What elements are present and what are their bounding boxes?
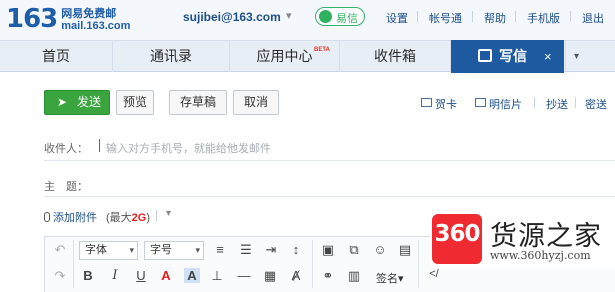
- chevron-down-icon[interactable]: ▾: [565, 41, 587, 72]
- compose-icon: [478, 49, 492, 62]
- greeting-card-link[interactable]: 贺卡: [435, 96, 457, 112]
- undo-icon[interactable]: ↶: [52, 242, 68, 258]
- logout-link[interactable]: 退出: [582, 10, 604, 26]
- divider: [73, 240, 74, 288]
- paper-plane-icon: ➤: [57, 95, 68, 109]
- logo-name: 网易免费邮: [61, 8, 117, 20]
- send-label: 发送: [77, 95, 102, 109]
- tab-home[interactable]: 首页: [0, 41, 113, 72]
- table-icon[interactable]: ▦: [262, 268, 278, 284]
- account-link[interactable]: 帐号通: [429, 10, 462, 26]
- attachment-limit: (最大2G): [106, 209, 150, 225]
- align-left-icon[interactable]: ≡: [212, 242, 228, 257]
- logo-domain: mail.163.com: [61, 20, 131, 32]
- highlight-icon[interactable]: A: [184, 268, 200, 283]
- watermark-url: www.360hyzj.com: [490, 249, 591, 262]
- chevron-down-icon: ▾: [195, 245, 200, 255]
- font-size-select[interactable]: 字号 ▾: [144, 241, 204, 260]
- cancel-button[interactable]: 取消: [233, 90, 279, 115]
- font-family-select[interactable]: 字体 ▾: [79, 241, 138, 260]
- divider: [312, 240, 313, 288]
- source-code-icon[interactable]: </: [426, 268, 442, 280]
- paperclip-icon: [44, 212, 50, 222]
- divider: [515, 11, 516, 22]
- settings-link[interactable]: 设置: [386, 10, 408, 26]
- divider: [156, 210, 157, 221]
- chevron-down-icon[interactable]: ▾: [286, 9, 292, 22]
- link-icon[interactable]: ⚭: [320, 268, 336, 284]
- signature-button[interactable]: 签名▾: [376, 270, 404, 286]
- watermark-badge: 360: [432, 214, 482, 264]
- font-color-icon[interactable]: A: [158, 268, 174, 283]
- user-email[interactable]: sujibei@163.com: [183, 10, 281, 24]
- brush-icon[interactable]: ⊥: [209, 268, 225, 284]
- logo-number: 163: [6, 4, 58, 34]
- tab-bar: 首页 通讯录 应用中心 BETA 收件箱 写信 × ▾: [0, 40, 615, 73]
- attachment-limit-value: 2G: [131, 212, 147, 224]
- stationery-icon[interactable]: ▥: [346, 268, 362, 284]
- attachment-limit-suffix: ): [146, 212, 151, 224]
- recipients-input[interactable]: 输入对方手机号，就能给他发邮件: [106, 140, 271, 156]
- font-family-value: 字体: [85, 244, 107, 256]
- bcc-link[interactable]: 密送: [585, 96, 607, 112]
- logo[interactable]: 163 网易免费邮 mail.163.com: [6, 4, 130, 34]
- add-attachment-label: 添加附件: [53, 212, 97, 224]
- yixin-button[interactable]: 易信: [315, 7, 365, 26]
- attachment-limit-prefix: (最大: [106, 212, 132, 224]
- preview-button[interactable]: 预览: [116, 90, 154, 115]
- bold-icon[interactable]: B: [80, 268, 96, 283]
- send-button[interactable]: ➤ 发送: [44, 90, 110, 115]
- yixin-icon: [319, 10, 332, 23]
- greeting-card-icon: [421, 98, 432, 107]
- postcard-link[interactable]: 明信片: [489, 96, 522, 112]
- recipients-label: 收件人：: [44, 143, 88, 155]
- tab-app-center-label: 应用中心: [256, 48, 313, 64]
- chevron-down-icon[interactable]: ▾: [166, 208, 171, 219]
- indent-icon[interactable]: ⇥: [263, 242, 279, 258]
- template-icon[interactable]: ▤: [397, 242, 413, 258]
- text-cursor: [99, 139, 100, 152]
- line-height-icon[interactable]: ↕: [288, 242, 304, 257]
- italic-icon[interactable]: I: [107, 268, 123, 283]
- divider: [472, 11, 473, 22]
- emoji-icon[interactable]: ☺: [372, 242, 388, 257]
- redo-icon[interactable]: ↷: [52, 268, 68, 284]
- close-icon[interactable]: ×: [544, 40, 552, 73]
- divider: [575, 97, 576, 108]
- divider: [534, 97, 535, 108]
- clear-format-icon[interactable]: Ⱥ: [288, 268, 304, 283]
- beta-badge: BETA: [314, 47, 330, 53]
- subject-label: 主 题：: [44, 181, 88, 193]
- screenshot-icon[interactable]: ⧉: [346, 242, 362, 258]
- watermark-title: 货源之家: [490, 221, 602, 252]
- watermark: 360 货源之家 www.360hyzj.com: [430, 212, 615, 268]
- tab-contacts[interactable]: 通讯录: [113, 41, 230, 72]
- chevron-down-icon: ▾: [129, 245, 134, 255]
- font-size-value: 字号: [150, 244, 172, 256]
- subject-input[interactable]: [44, 196, 615, 197]
- tab-app-center[interactable]: 应用中心 BETA: [230, 41, 340, 72]
- top-bar: 163 网易免费邮 mail.163.com sujibei@163.com ▾…: [0, 0, 615, 40]
- watermark-badge-text: 360: [434, 221, 480, 247]
- horizontal-rule-icon[interactable]: —: [236, 268, 252, 283]
- divider: [418, 240, 419, 288]
- divider: [44, 160, 615, 161]
- postcard-icon: [475, 98, 486, 107]
- divider: [570, 11, 571, 22]
- tab-compose-label: 写信: [499, 48, 527, 64]
- underline-icon[interactable]: U: [133, 268, 149, 283]
- cc-link[interactable]: 抄送: [546, 96, 568, 112]
- tab-compose[interactable]: 写信 ×: [451, 40, 564, 73]
- divider: [417, 11, 418, 22]
- yixin-label: 易信: [336, 13, 358, 25]
- list-icon[interactable]: ☰: [238, 242, 254, 258]
- save-draft-button[interactable]: 存草稿: [169, 90, 227, 115]
- mobile-link[interactable]: 手机版: [527, 10, 560, 26]
- add-attachment-link[interactable]: 添加附件: [44, 209, 97, 225]
- help-link[interactable]: 帮助: [484, 10, 506, 26]
- tab-inbox[interactable]: 收件箱: [340, 41, 451, 72]
- image-icon[interactable]: ▣: [320, 242, 336, 258]
